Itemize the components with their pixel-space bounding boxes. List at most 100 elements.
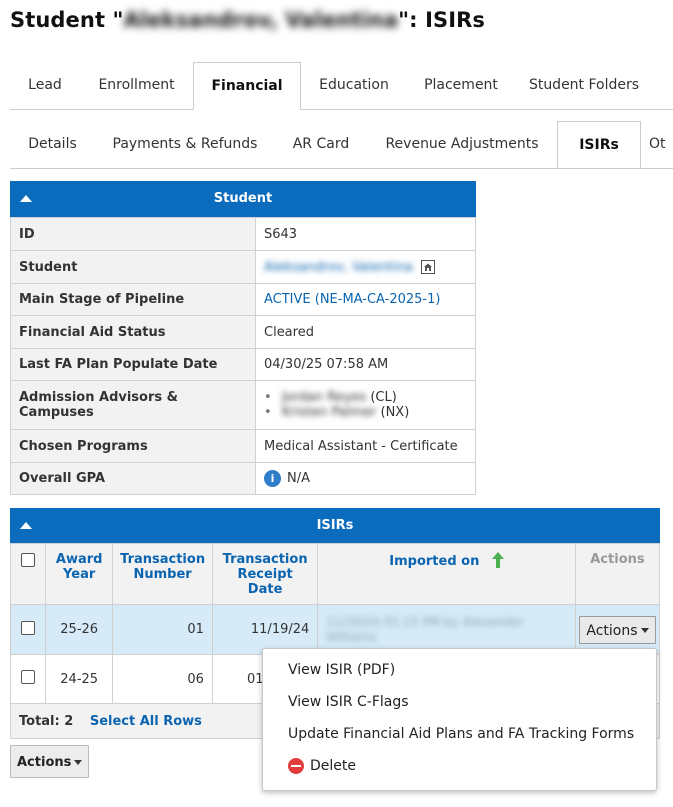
info-value-id: S643 bbox=[255, 217, 476, 251]
info-row-programs: Chosen Programs Medical Assistant - Cert… bbox=[10, 429, 476, 463]
collapse-caret-icon[interactable] bbox=[20, 521, 32, 529]
col-imported-on[interactable]: Imported on bbox=[317, 543, 576, 605]
bullet: • bbox=[264, 390, 272, 405]
advisor-name: Kristen Palmer bbox=[281, 405, 377, 420]
student-name-link[interactable]: Aleksandrov, Valentina bbox=[264, 260, 413, 275]
select-all-rows-link[interactable]: Select All Rows bbox=[90, 714, 202, 729]
tab-financial[interactable]: Financial bbox=[193, 62, 301, 110]
row-actions-label: Actions bbox=[586, 622, 638, 639]
cell-receipt-date: 11/19/24 bbox=[211, 604, 319, 655]
info-value-student: Aleksandrov, Valentina bbox=[255, 250, 476, 284]
info-label: Financial Aid Status bbox=[10, 315, 256, 349]
tab-ar-card[interactable]: AR Card bbox=[275, 121, 367, 168]
collapse-caret-icon[interactable] bbox=[20, 195, 32, 202]
col-receipt-date[interactable]: Transaction Receipt Date bbox=[211, 543, 319, 605]
tab-isirs[interactable]: ISIRs bbox=[557, 121, 641, 168]
info-label: Admission Advisors & Campuses bbox=[10, 380, 256, 430]
primary-tabs: Lead Enrollment Financial Education Plac… bbox=[10, 62, 673, 110]
page-title: Student "Aleksandrov, Valentina": ISIRs bbox=[10, 8, 485, 32]
info-value-last-fa: 04/30/25 07:58 AM bbox=[255, 348, 476, 381]
dropdown-arrow-icon bbox=[640, 628, 649, 633]
tab-education[interactable]: Education bbox=[301, 62, 407, 109]
title-prefix: Student " bbox=[10, 8, 124, 32]
cell-transaction-number: 01 bbox=[112, 604, 213, 655]
tab-payments-refunds[interactable]: Payments & Refunds bbox=[95, 121, 275, 168]
tab-student-folders[interactable]: Student Folders bbox=[515, 62, 653, 109]
student-panel-header[interactable]: Student bbox=[10, 181, 476, 217]
col-actions: Actions bbox=[574, 543, 661, 605]
total-count: Total: 2 bbox=[19, 713, 74, 729]
sort-ascending-arrow-icon bbox=[491, 552, 504, 568]
menu-item-view-isir-pdf[interactable]: View ISIR (PDF) bbox=[288, 662, 395, 678]
row-checkbox[interactable] bbox=[21, 670, 36, 684]
bulk-actions-label: Actions bbox=[17, 755, 72, 770]
info-row-last-fa: Last FA Plan Populate Date 04/30/25 07:5… bbox=[10, 348, 476, 381]
info-label: Chosen Programs bbox=[10, 429, 256, 463]
cell-award-year: 24-25 bbox=[45, 654, 114, 704]
info-row-advisors: Admission Advisors & Campuses • Jordan R… bbox=[10, 380, 476, 430]
gpa-value: N/A bbox=[287, 471, 310, 486]
info-value-programs: Medical Assistant - Certificate bbox=[255, 429, 476, 463]
col-transaction-number[interactable]: Transaction Number bbox=[112, 543, 213, 605]
select-all-checkbox[interactable] bbox=[21, 553, 36, 567]
col-transaction-number-label: Transaction Number bbox=[120, 552, 206, 582]
col-award-year-label: Award Year bbox=[55, 552, 103, 582]
tab-other-truncated[interactable]: Ot bbox=[649, 121, 673, 168]
info-row-id: ID S643 bbox=[10, 217, 476, 251]
row-actions-menu: View ISIR (PDF) View ISIR C-Flags Update… bbox=[262, 648, 657, 791]
info-icon[interactable]: i bbox=[264, 470, 281, 487]
col-receipt-date-label: Transaction Receipt Date bbox=[222, 552, 308, 597]
info-value-fa-status: Cleared bbox=[255, 315, 476, 349]
row-checkbox-cell bbox=[9, 604, 47, 655]
info-label: Main Stage of Pipeline bbox=[10, 283, 256, 316]
tab-enrollment[interactable]: Enrollment bbox=[80, 62, 193, 109]
tab-details[interactable]: Details bbox=[10, 121, 95, 168]
col-award-year[interactable]: Award Year bbox=[45, 543, 114, 605]
info-row-stage: Main Stage of Pipeline ACTIVE (NE-MA-CA-… bbox=[10, 283, 476, 316]
table-header-row: Award Year Transaction Number Transactio… bbox=[9, 543, 661, 605]
advisor-item: • Kristen Palmer (NX) bbox=[264, 405, 467, 420]
select-all-header bbox=[9, 543, 47, 605]
dropdown-arrow-icon bbox=[74, 760, 83, 765]
delete-icon bbox=[288, 758, 304, 774]
info-label: Student bbox=[10, 250, 256, 284]
menu-item-update-fa-plans[interactable]: Update Financial Aid Plans and FA Tracki… bbox=[288, 726, 634, 742]
advisor-campus: (NX) bbox=[380, 405, 410, 420]
advisor-campus: (CL) bbox=[370, 390, 397, 405]
cell-actions: Actions bbox=[574, 604, 661, 655]
pipeline-stage-link[interactable]: ACTIVE (NE-MA-CA-2025-1) bbox=[264, 292, 440, 307]
info-row-gpa: Overall GPA i N/A bbox=[10, 462, 476, 495]
menu-item-delete[interactable]: Delete bbox=[288, 758, 356, 774]
tab-placement[interactable]: Placement bbox=[407, 62, 515, 109]
advisor-item: • Jordan Reyes (CL) bbox=[264, 390, 467, 405]
info-row-fa-status: Financial Aid Status Cleared bbox=[10, 315, 476, 349]
menu-item-view-isir-cflags[interactable]: View ISIR C-Flags bbox=[288, 694, 409, 710]
info-value-stage: ACTIVE (NE-MA-CA-2025-1) bbox=[255, 283, 476, 316]
tab-revenue-adjustments[interactable]: Revenue Adjustments bbox=[367, 121, 557, 168]
imported-on-text: 11/20/24 01:15 PM by Alexander Williams bbox=[326, 614, 524, 644]
info-value-advisors: • Jordan Reyes (CL) • Kristen Palmer (NX… bbox=[255, 380, 476, 430]
title-suffix: ": ISIRs bbox=[398, 8, 485, 32]
row-checkbox[interactable] bbox=[21, 620, 36, 635]
info-row-student: Student Aleksandrov, Valentina bbox=[10, 250, 476, 284]
col-imported-on-label: Imported on bbox=[389, 554, 480, 569]
secondary-tabs: Details Payments & Refunds AR Card Reven… bbox=[10, 121, 673, 169]
table-row[interactable]: 25-26 01 11/19/24 11/20/24 01:15 PM by A… bbox=[9, 604, 661, 655]
cell-transaction-number: 06 bbox=[112, 654, 213, 704]
row-actions-button[interactable]: Actions bbox=[579, 615, 656, 644]
isirs-panel-title: ISIRs bbox=[316, 518, 354, 533]
info-label: Overall GPA bbox=[10, 462, 256, 495]
isirs-panel-header[interactable]: ISIRs bbox=[10, 508, 660, 543]
home-icon[interactable] bbox=[421, 260, 435, 274]
info-label: Last FA Plan Populate Date bbox=[10, 348, 256, 381]
student-panel-title: Student bbox=[213, 191, 273, 206]
info-label: ID bbox=[10, 217, 256, 251]
advisor-name: Jordan Reyes bbox=[281, 390, 367, 405]
bulk-actions-button[interactable]: Actions bbox=[10, 745, 90, 778]
tab-lead[interactable]: Lead bbox=[10, 62, 80, 109]
row-checkbox-cell bbox=[9, 654, 47, 704]
cell-award-year: 25-26 bbox=[45, 604, 114, 655]
student-info-table: ID S643 Student Aleksandrov, Valentina M… bbox=[10, 217, 476, 495]
bullet: • bbox=[264, 405, 272, 420]
cell-imported-on: 11/20/24 01:15 PM by Alexander Williams bbox=[317, 604, 576, 655]
